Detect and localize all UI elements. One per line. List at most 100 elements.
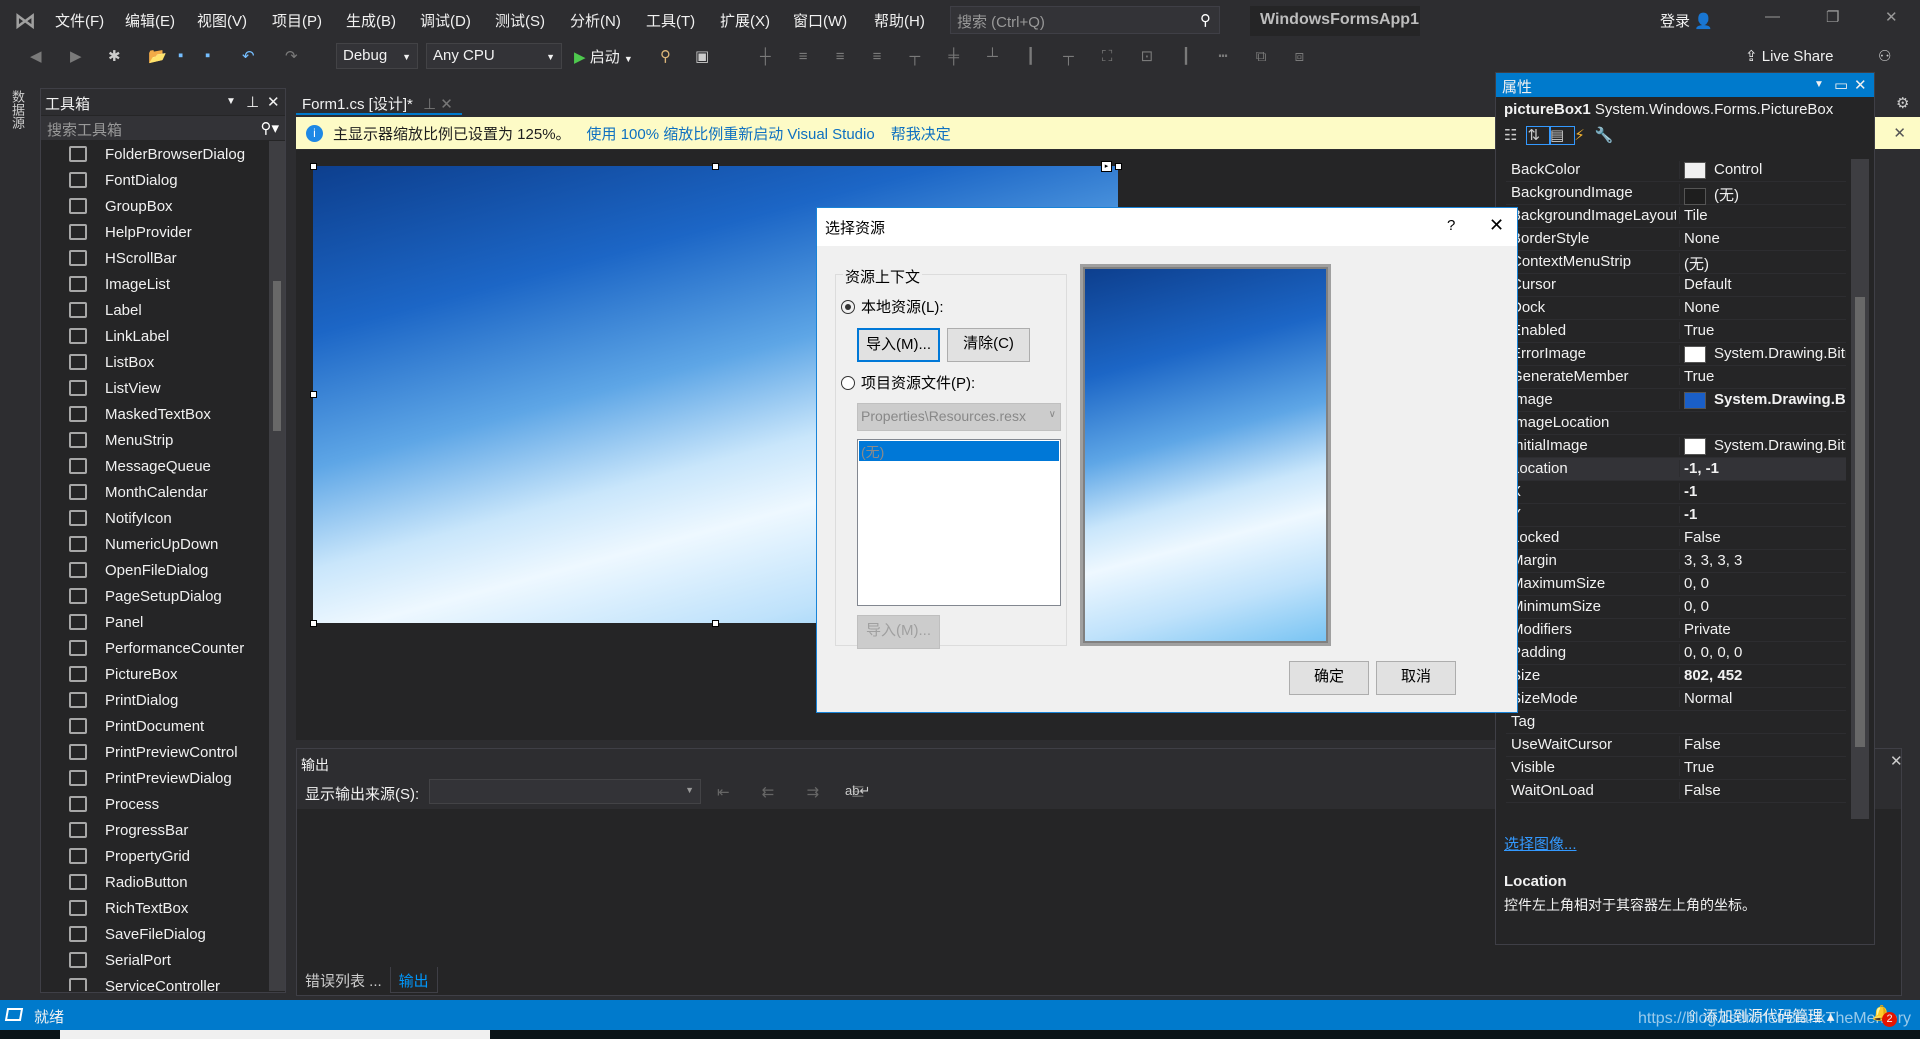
property-row[interactable]: Tag [1506,711,1846,734]
property-row[interactable]: Locked False [1506,527,1846,550]
output-source-select[interactable]: ▼ [429,779,701,804]
save-all-icon[interactable]: ▪ [205,47,210,64]
toolbox-item[interactable]: NotifyIcon [69,505,172,531]
new-project-icon[interactable]: ✱ [108,47,121,65]
property-value[interactable]: -1 [1679,506,1846,523]
toolbox-item[interactable]: GroupBox [69,193,173,219]
toolbox-item[interactable]: NumericUpDown [69,531,218,557]
events-icon[interactable]: ⚡ [1574,127,1595,144]
property-row[interactable]: Size 802, 452 [1506,665,1846,688]
menu-item[interactable]: 生成(B) [346,10,396,31]
menu-item[interactable]: 文件(F) [55,10,104,31]
decide-link[interactable]: 帮我决定 [891,123,951,144]
property-value[interactable]: System.Drawing.Bitmap [1679,345,1846,363]
close-dialog-button[interactable]: ✕ [1489,215,1504,236]
save-icon[interactable]: ▪ [178,47,183,64]
close-icon[interactable]: ✕ [267,93,280,111]
help-button[interactable]: ? [1447,217,1455,234]
search-input[interactable]: 搜索 (Ctrl+Q) ⚲ [950,6,1220,34]
property-value[interactable]: 0, 0, 0, 0 [1679,644,1846,661]
import-button[interactable]: 导入(M)... [857,328,940,362]
toolbox-item[interactable]: MessageQueue [69,453,211,479]
property-row[interactable]: SizeMode Normal [1506,688,1846,711]
toolbox-item[interactable]: ListBox [69,349,154,375]
property-value[interactable]: True [1679,368,1846,385]
resize-handle[interactable] [712,620,719,627]
object-selector[interactable]: pictureBox1 System.Windows.Forms.Picture… [1496,97,1874,123]
property-row[interactable]: BackgroundImageLayout Tile [1506,205,1846,228]
toolbox-item[interactable]: MonthCalendar [69,479,208,505]
property-value[interactable]: System.Drawing.Bitmap [1679,391,1846,409]
smart-tag-icon[interactable]: ▸ [1101,161,1112,172]
login-button[interactable]: 登录 👤 [1660,10,1713,31]
property-row[interactable]: Margin 3, 3, 3, 3 [1506,550,1846,573]
choose-image-link[interactable]: 选择图像... [1504,833,1577,854]
property-row[interactable]: Enabled True [1506,320,1846,343]
property-value[interactable]: System.Drawing.Bitmap [1679,437,1846,455]
property-value[interactable]: Default [1679,276,1846,293]
resx-select[interactable]: Properties\Resources.resx ∨ [857,403,1061,431]
menu-item[interactable]: 调试(D) [420,10,471,31]
property-row[interactable]: MinimumSize 0, 0 [1506,596,1846,619]
toolbox-item[interactable]: ProgressBar [69,817,188,843]
clear-button[interactable]: 清除(C) [947,328,1030,362]
toolbox-item[interactable]: ServiceController [69,973,220,991]
property-value[interactable]: -1, -1 [1679,460,1846,477]
toolbox-item[interactable]: PrintPreviewDialog [69,765,232,791]
toolbox-item[interactable]: PrintDocument [69,713,204,739]
toolbox-item[interactable]: RichTextBox [69,895,188,921]
toolbox-item[interactable]: RadioButton [69,869,188,895]
menu-item[interactable]: 扩展(X) [720,10,770,31]
property-row[interactable]: InitialImage System.Drawing.Bitmap [1506,435,1846,458]
back-icon[interactable]: ◀ [30,47,42,65]
ok-button[interactable]: 确定 [1289,661,1369,695]
toolbox-item[interactable]: PropertyGrid [69,843,190,869]
property-value[interactable]: False [1679,529,1846,546]
resource-list-item[interactable]: (无) [859,441,1059,461]
menu-item[interactable]: 项目(P) [272,10,322,31]
close-infobar-icon[interactable]: ✕ [1893,124,1906,142]
menu-item[interactable]: 帮助(H) [874,10,925,31]
live-share-button[interactable]: ⇪ Live Share [1745,47,1833,65]
menu-item[interactable]: 测试(S) [495,10,545,31]
toolbox-item[interactable]: Process [69,791,159,817]
project-resource-radio[interactable]: 项目资源文件(P): [841,372,975,393]
start-button[interactable]: ▶ 启动 ▼ [574,46,633,67]
open-icon[interactable]: 📂 [148,47,167,65]
toolbox-item[interactable]: Label [69,297,142,323]
toolbox-item[interactable]: PictureBox [69,661,178,687]
cancel-button[interactable]: 取消 [1376,661,1456,695]
menu-item[interactable]: 窗口(W) [793,10,847,31]
property-value[interactable]: False [1679,736,1846,753]
property-value[interactable]: Control [1679,161,1846,179]
resize-handle[interactable] [310,620,317,627]
property-row[interactable]: BorderStyle None [1506,228,1846,251]
property-value[interactable]: -1 [1679,483,1846,500]
toolbox-item[interactable]: MenuStrip [69,427,173,453]
property-row[interactable]: WaitOnLoad False [1506,780,1846,803]
toolbox-item[interactable]: PrintDialog [69,687,178,713]
pin-icon[interactable]: ⊥ [423,96,436,113]
property-value[interactable]: 802, 452 [1679,667,1846,684]
resource-list[interactable]: (无) [857,439,1061,606]
close-icon[interactable]: ✕ [1854,76,1867,94]
toolbox-search-input[interactable]: 搜索工具箱 ⚲▾ [41,116,285,140]
forward-icon[interactable]: ▶ [70,47,82,65]
minimize-button[interactable]: — [1765,8,1780,25]
property-row[interactable]: Y -1 [1506,504,1846,527]
import-project-button[interactable]: 导入(M)... [857,615,940,649]
toolbox-item[interactable]: PerformanceCounter [69,635,244,661]
resize-handle[interactable] [712,163,719,170]
property-value[interactable]: False [1679,782,1846,799]
property-value[interactable]: 3, 3, 3, 3 [1679,552,1846,569]
property-row[interactable]: Visible True [1506,757,1846,780]
property-row[interactable]: Padding 0, 0, 0, 0 [1506,642,1846,665]
feedback-icon[interactable]: ⚇ [1878,47,1891,65]
property-row[interactable]: Dock None [1506,297,1846,320]
property-row[interactable]: Cursor Default [1506,274,1846,297]
source-control-button[interactable]: ⇧ 添加到源代码管理 ▴ [1686,1005,1834,1026]
property-value[interactable]: 0, 0 [1679,575,1846,592]
property-row[interactable]: UseWaitCursor False [1506,734,1846,757]
property-pages-icon[interactable]: 🔧 [1595,127,1624,144]
properties-scrollbar[interactable] [1851,159,1869,819]
